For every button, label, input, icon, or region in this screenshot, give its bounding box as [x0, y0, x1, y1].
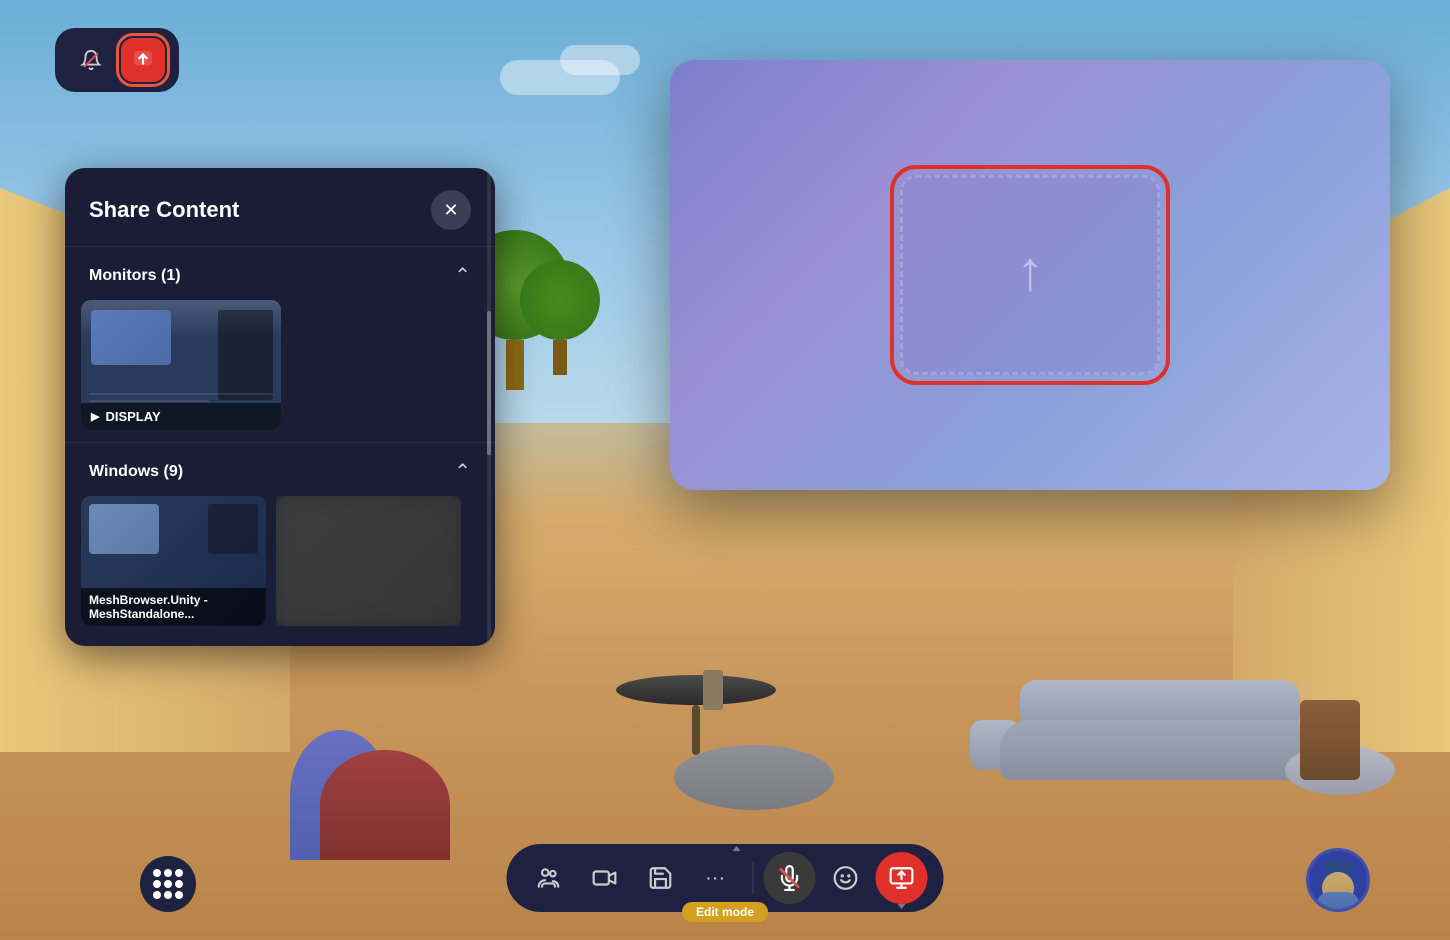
scroll-thumb — [487, 311, 491, 454]
dot-5 — [164, 880, 172, 888]
share-arrow-down-icon — [898, 904, 906, 909]
table-leg — [692, 705, 700, 755]
windows-section-header[interactable]: Windows (9) ⌃ — [81, 443, 479, 496]
more-dots-text: ··· — [707, 870, 727, 886]
share-panel-title: Share Content — [89, 197, 239, 223]
save-icon — [648, 865, 674, 891]
dot-9 — [175, 891, 183, 899]
ottoman-main — [674, 745, 834, 810]
mute-icon — [777, 865, 803, 891]
monitors-label: Monitors (1) — [89, 267, 181, 285]
monitor-play-icon: ▶ — [91, 410, 99, 423]
scroll-bar[interactable] — [487, 168, 491, 646]
more-button[interactable]: ··· — [691, 852, 743, 904]
cloud-2 — [560, 45, 640, 75]
edit-mode-label: Edit mode — [696, 905, 754, 919]
screen-line-2 — [89, 400, 209, 402]
mute-button[interactable] — [764, 852, 816, 904]
dot-6 — [175, 880, 183, 888]
cylinder-red — [320, 750, 450, 860]
emoji-button[interactable] — [820, 852, 872, 904]
mini-window — [91, 310, 171, 365]
windows-chevron-icon: ⌃ — [454, 459, 471, 484]
window-thumbnail-2[interactable] — [276, 496, 461, 626]
tree-2 — [520, 260, 600, 375]
dot-4 — [153, 880, 161, 888]
screen-line-1 — [89, 393, 273, 395]
dot-2 — [164, 869, 172, 877]
user-avatar-button[interactable] — [1306, 848, 1370, 912]
avatar-hat — [1324, 862, 1352, 872]
wood-stool — [1300, 700, 1360, 780]
window-2-blur-overlay — [276, 496, 461, 626]
film-button[interactable] — [579, 852, 631, 904]
more-arrow-up-icon — [733, 846, 741, 851]
vr-screen: ↑ — [670, 60, 1390, 490]
notification-icon — [80, 49, 102, 71]
dot-1 — [153, 869, 161, 877]
mini-panel — [218, 310, 273, 400]
dot-8 — [164, 891, 172, 899]
avatar-content — [1322, 864, 1354, 896]
apps-grid-button[interactable] — [140, 856, 196, 912]
screen-upload-arrow: ↑ — [1016, 243, 1044, 299]
window-thumbnail-1[interactable]: MeshBrowser.Unity - MeshStandalone... — [81, 496, 266, 626]
share-screen-icon — [889, 865, 915, 891]
upload-button[interactable] — [121, 38, 165, 82]
edit-mode-badge: Edit mode — [682, 902, 768, 922]
vase — [703, 670, 723, 710]
screen-upload-zone[interactable]: ↑ — [900, 175, 1160, 375]
people-icon — [536, 865, 562, 891]
dots-grid-icon — [153, 869, 183, 899]
monitor-thumbnail-1[interactable]: ▶ DISPLAY — [81, 300, 281, 430]
coffee-table — [616, 675, 776, 755]
monitor-label-text: DISPLAY — [105, 409, 160, 424]
emoji-icon — [833, 865, 859, 891]
people-button[interactable] — [523, 852, 575, 904]
monitors-section-header[interactable]: Monitors (1) ⌃ — [81, 247, 479, 300]
dot-3 — [175, 869, 183, 877]
close-button[interactable]: ✕ — [431, 190, 471, 230]
share-panel-header: Share Content ✕ — [65, 168, 495, 246]
sofa-body — [1000, 720, 1320, 780]
dot-7 — [153, 891, 161, 899]
window-1-sidebar — [208, 504, 258, 554]
monitors-section: Monitors (1) ⌃ ▶ DISPLAY — [65, 247, 495, 442]
windows-section: Windows (9) ⌃ MeshBrowser.Unity - MeshSt… — [65, 443, 495, 646]
toolbar-separator — [753, 862, 754, 894]
share-panel: Share Content ✕ Monitors (1) ⌃ ▶ DISPLAY — [65, 168, 495, 646]
share-screen-button[interactable] — [876, 852, 928, 904]
film-icon — [592, 865, 618, 891]
monitor-thumb-inner: ▶ DISPLAY — [81, 300, 281, 430]
windows-label: Windows (9) — [89, 463, 183, 481]
top-toolbar — [55, 28, 179, 92]
monitor-thumb-label: ▶ DISPLAY — [81, 403, 281, 430]
windows-thumbnails-grid: MeshBrowser.Unity - MeshStandalone... — [81, 496, 479, 634]
monitors-chevron-icon: ⌃ — [454, 263, 471, 288]
table-top — [616, 675, 776, 705]
window-1-preview — [89, 504, 159, 554]
upload-icon — [132, 49, 154, 71]
save-button[interactable] — [635, 852, 687, 904]
notification-button[interactable] — [69, 38, 113, 82]
window-1-label: MeshBrowser.Unity - MeshStandalone... — [81, 588, 266, 626]
